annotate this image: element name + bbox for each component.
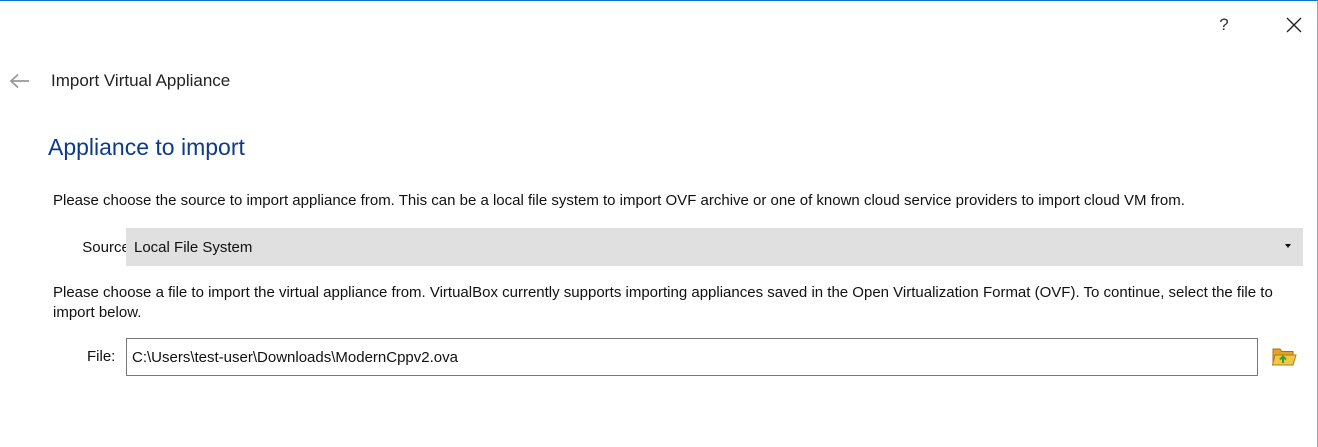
source-label: Source: [82, 238, 134, 256]
page-title: Appliance to import [48, 134, 245, 160]
arrow-left-icon [9, 73, 29, 89]
close-icon [1286, 17, 1302, 33]
folder-open-icon [1271, 348, 1297, 366]
file-row: File: [53, 338, 1303, 376]
back-button[interactable] [7, 68, 33, 94]
help-button[interactable]: ? [1201, 1, 1247, 49]
source-select[interactable]: Local File System [126, 228, 1303, 266]
browse-file-button[interactable] [1270, 342, 1298, 370]
source-select-value: Local File System [134, 238, 253, 256]
file-description: Please choose a file to import the virtu… [53, 284, 1273, 321]
file-label: File: [87, 348, 116, 365]
source-row: Source: Local File System [53, 228, 1303, 266]
import-appliance-dialog: ? Import Virtual Appliance Appliance to … [0, 0, 1318, 447]
chevron-down-icon [1285, 244, 1291, 248]
source-description: Please choose the source to import appli… [53, 192, 1185, 209]
close-button[interactable] [1271, 1, 1317, 49]
wizard-header: Import Virtual Appliance [0, 63, 230, 99]
file-path-input[interactable] [126, 338, 1258, 376]
wizard-title: Import Virtual Appliance [51, 71, 231, 90]
title-bar-controls: ? [1201, 1, 1317, 49]
